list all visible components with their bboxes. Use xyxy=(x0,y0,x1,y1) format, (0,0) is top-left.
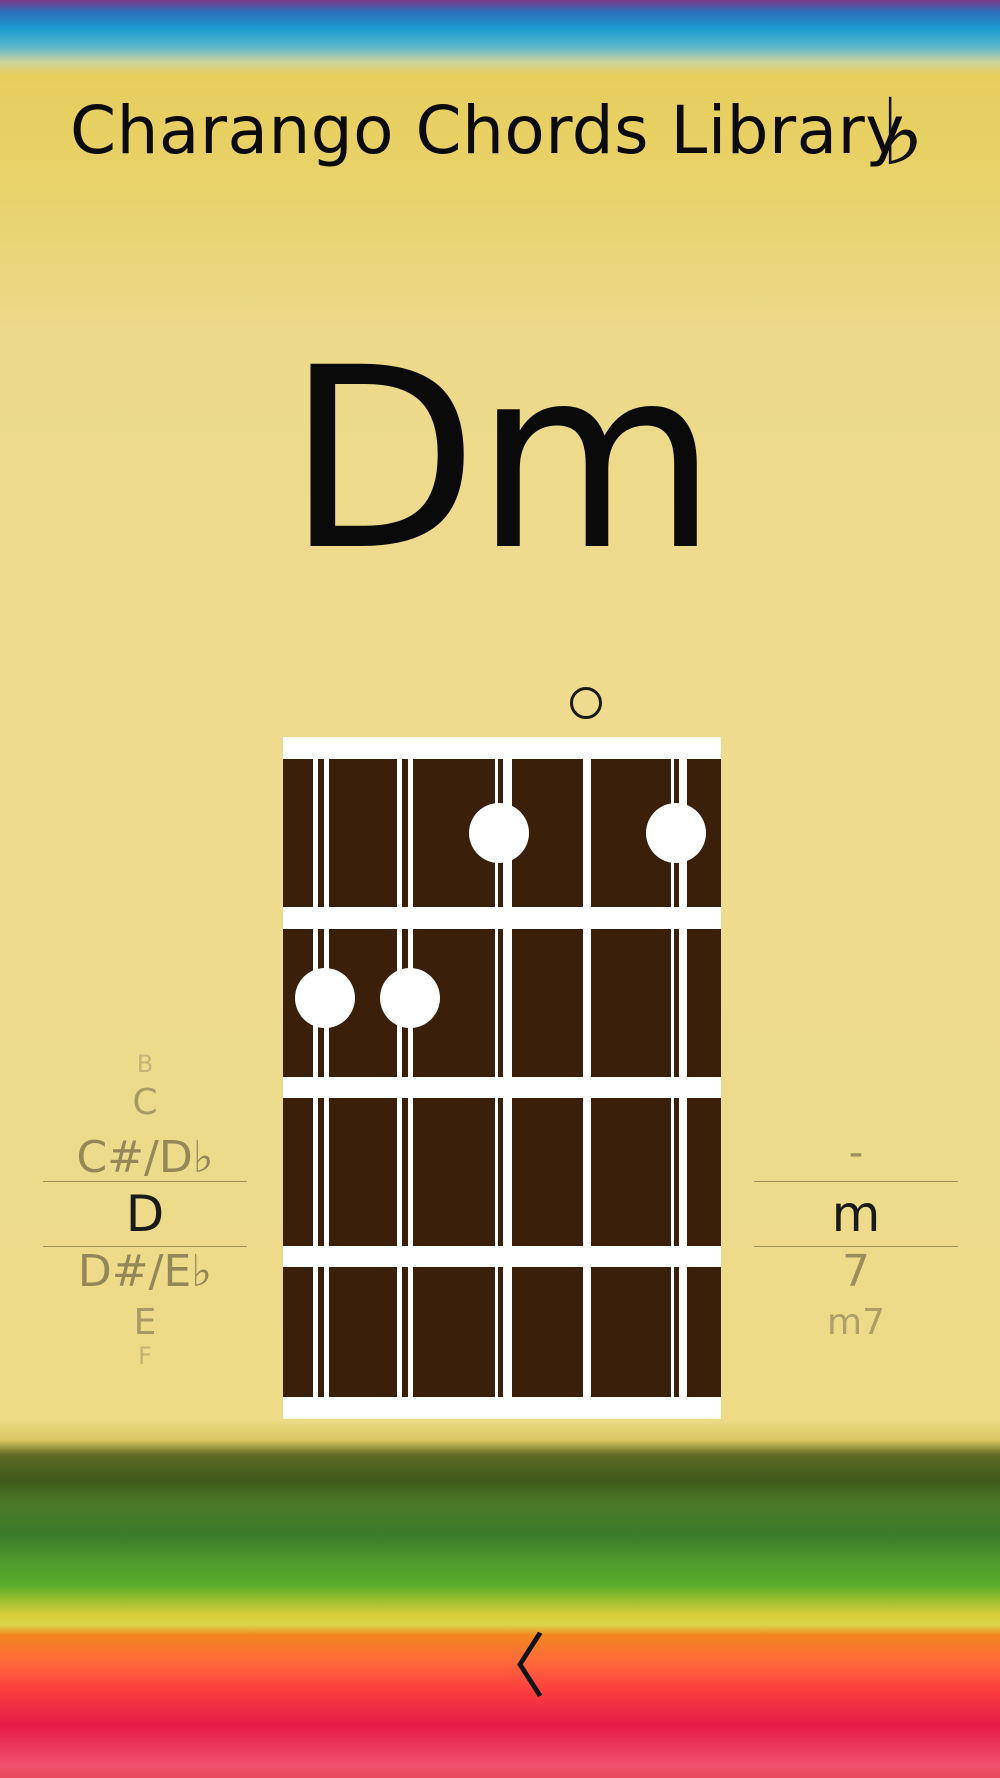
picker-item[interactable]: E xyxy=(43,1302,247,1343)
finger-dot xyxy=(646,803,706,863)
finger-dot xyxy=(295,968,355,1028)
picker-item[interactable]: B xyxy=(43,1050,247,1078)
fret-3 xyxy=(283,1098,721,1246)
picker-item[interactable]: m7 xyxy=(754,1302,958,1343)
chord-quality-picker[interactable]: - m 7 m7 xyxy=(754,1070,958,1370)
picker-item[interactable]: 7 xyxy=(754,1246,958,1297)
picker-item[interactable]: - xyxy=(754,1130,958,1176)
string-2b xyxy=(408,759,413,1397)
picker-item[interactable]: F xyxy=(43,1342,247,1370)
string-1a xyxy=(313,759,318,1397)
picker-selection-line xyxy=(754,1181,958,1182)
string-2a xyxy=(397,759,402,1397)
picker-item-selected[interactable]: m xyxy=(754,1185,958,1243)
chord-name: Dm xyxy=(285,314,718,605)
flat-toggle-button[interactable]: ♭ xyxy=(875,85,930,180)
chevron-left-icon: 〈 xyxy=(476,1626,546,1708)
fret-4 xyxy=(283,1267,721,1397)
string-1b xyxy=(324,759,329,1397)
back-button[interactable]: 〈 xyxy=(476,1627,546,1707)
picker-selection-line xyxy=(43,1181,247,1182)
chord-diagram xyxy=(283,737,721,1419)
root-note-picker[interactable]: B C C#/D♭ D D#/E♭ E F xyxy=(43,1040,247,1370)
page-title: Charango Chords Library xyxy=(70,92,905,169)
finger-dot xyxy=(380,968,440,1028)
picker-item[interactable]: D#/E♭ xyxy=(43,1246,247,1297)
finger-dot xyxy=(469,803,529,863)
string-4 xyxy=(583,759,591,1397)
picker-item-selected[interactable]: D xyxy=(43,1185,247,1243)
picker-item[interactable]: C#/D♭ xyxy=(43,1132,247,1183)
picker-item[interactable]: C xyxy=(43,1082,247,1123)
open-string-marker xyxy=(570,687,602,719)
